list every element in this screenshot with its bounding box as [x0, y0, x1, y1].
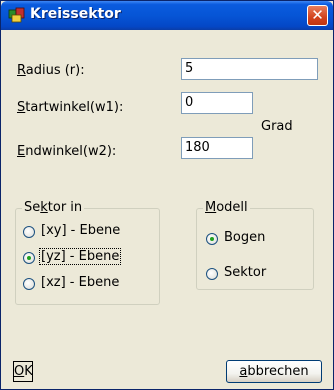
app-icon [8, 7, 25, 23]
radio-xy-label: [xy] - Ebene [41, 223, 121, 238]
ok-button[interactable]: OK [13, 361, 33, 382]
end-angle-label: Endwinkel(w2): [17, 144, 117, 159]
radio-yz-label: [yz] - Ebene [38, 248, 122, 265]
radio-sektor-indicator[interactable] [206, 268, 218, 280]
close-button[interactable]: ✕ [307, 5, 328, 26]
radio-bogen-indicator[interactable] [206, 233, 218, 245]
radio-bogen-label: Bogen [224, 230, 266, 245]
radio-xz-label: [xz] - Ebene [41, 275, 120, 290]
unit-label: Grad [261, 119, 293, 134]
dialog-client: Radius (r): 5 Startwinkel(w1): 0 Grad En… [5, 30, 329, 385]
radio-sektor-label: Sektor [224, 265, 267, 280]
start-angle-input[interactable]: 0 [181, 92, 253, 114]
radius-label: Radius (r): [17, 63, 85, 78]
dialog-window: Kreissektor ✕ Radius (r): 5 Startwinkel(… [0, 0, 334, 390]
end-angle-input[interactable]: 180 [181, 137, 253, 159]
radius-input[interactable]: 5 [181, 58, 318, 80]
modell-group-title: Modell [203, 200, 250, 215]
start-angle-label: Startwinkel(w1): [17, 100, 124, 115]
cancel-button[interactable]: abbrechen [226, 360, 322, 383]
sektor-group-title: Sektor in [22, 200, 85, 215]
radio-xz-indicator[interactable] [23, 278, 35, 290]
radio-xy-indicator[interactable] [23, 226, 35, 238]
close-icon: ✕ [311, 6, 324, 24]
title-bar[interactable]: Kreissektor ✕ [1, 1, 333, 30]
radio-yz-indicator[interactable] [23, 252, 35, 264]
window-title: Kreissektor [30, 6, 121, 22]
